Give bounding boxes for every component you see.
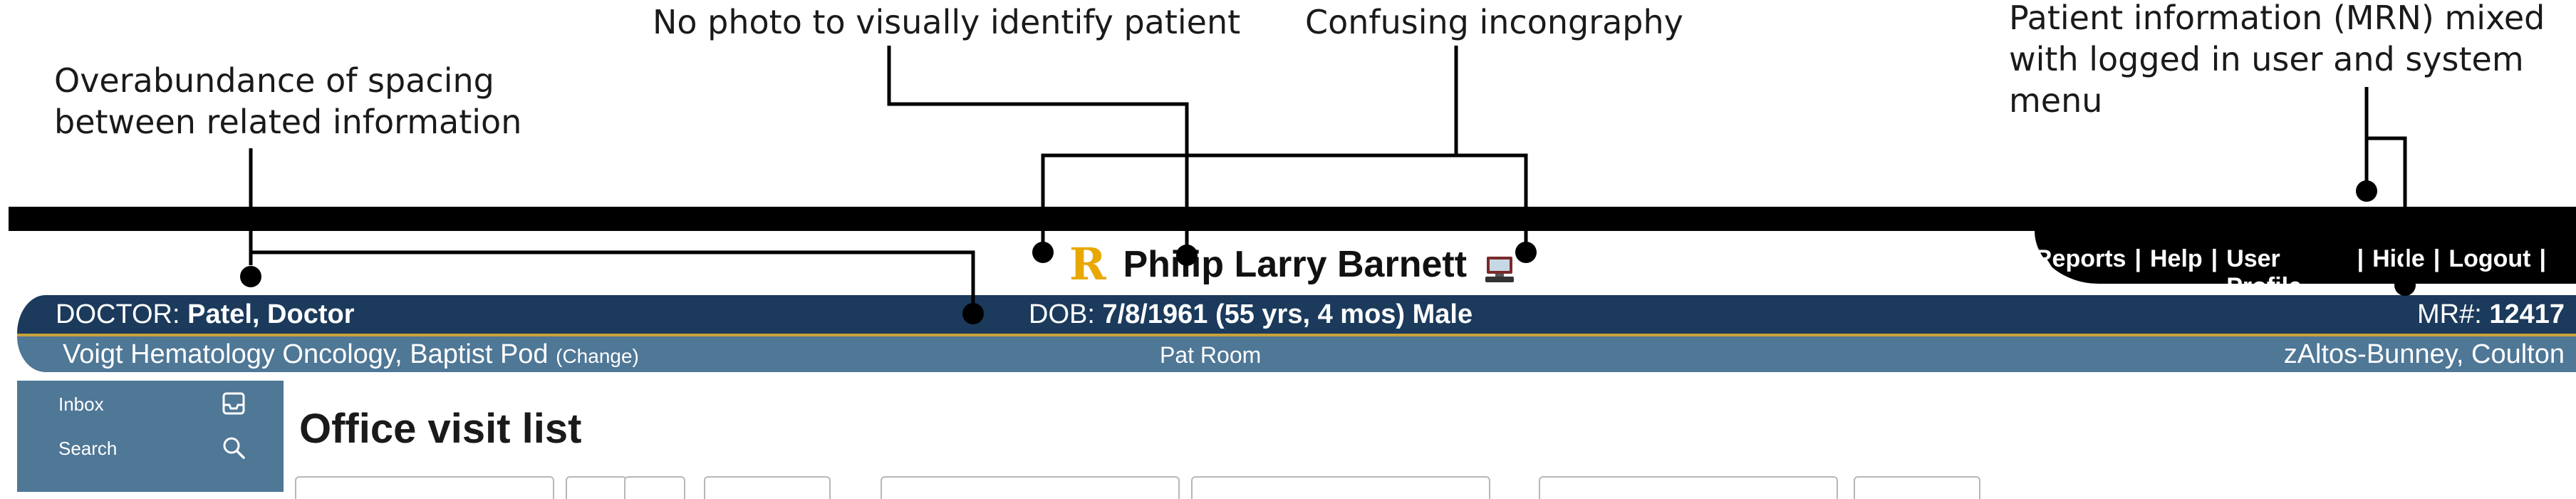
annotation-leaders [240, 46, 2416, 324]
